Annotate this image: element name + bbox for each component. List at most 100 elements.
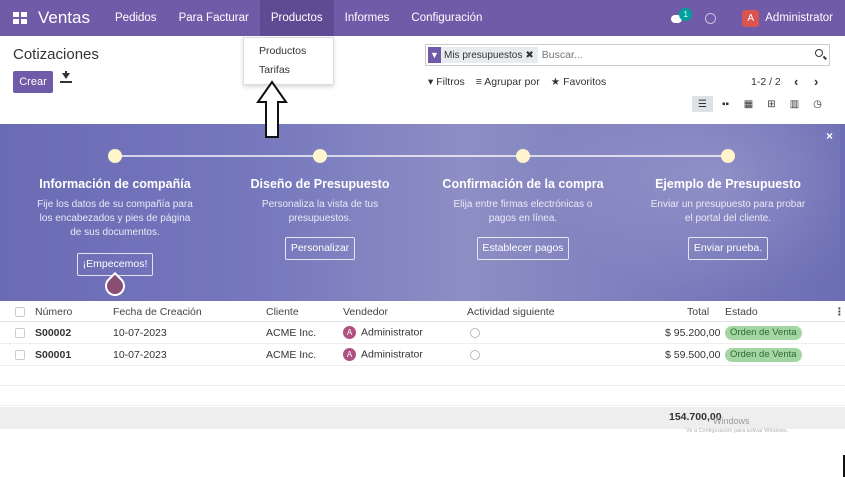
step-desc: Enviar un presupuesto para probar el por… <box>650 199 806 224</box>
kanban-view-icon[interactable]: ▪▪ <box>715 96 736 112</box>
menu-productos[interactable]: Productos <box>259 0 334 36</box>
pivot-view-icon[interactable]: ⊞ <box>761 96 782 112</box>
menu-pedidos[interactable]: Pedidos <box>104 0 168 36</box>
search-bar: ▼ Mis presupuestos ✖ <box>425 44 830 66</box>
activity-clock-icon[interactable] <box>705 12 717 24</box>
row-number: S00002 <box>35 327 72 339</box>
seller-avatar: A <box>343 326 356 339</box>
step-desc: Fije los datos de su compañía para los e… <box>37 199 193 238</box>
facet-label: Mis presupuestos <box>444 49 523 61</box>
group-by-button[interactable]: ≡ Agrupar por <box>476 76 540 88</box>
top-navbar: Ventas Pedidos Para Facturar Productos I… <box>0 0 845 36</box>
activity-clock-icon[interactable] <box>470 328 480 338</box>
step-desc: Personaliza la vista de tus presupuestos… <box>261 199 379 224</box>
step-quote-design: Diseño de Presupuesto Personaliza la vis… <box>220 177 420 226</box>
row-number: S00001 <box>35 349 72 361</box>
annotation-up-arrow-icon <box>256 80 288 138</box>
chat-icon[interactable]: 1 <box>671 8 693 25</box>
step-desc: Elija entre firmas electrónicas o pagos … <box>453 199 593 224</box>
row-date: 10-07-2023 <box>113 349 167 361</box>
table-row[interactable]: S00002 10-07-2023 ACME Inc. A Administrat… <box>0 322 845 344</box>
filters-button[interactable]: ▾ Filtros <box>428 76 465 88</box>
progress-line <box>115 155 730 157</box>
column-options-icon[interactable]: ⋮ <box>834 306 845 318</box>
facet-remove-icon[interactable]: ✖ <box>525 50 537 61</box>
list-view-icon[interactable]: ☰ <box>692 96 713 112</box>
row-seller: A Administrator <box>343 348 423 361</box>
create-button[interactable]: Crear <box>13 71 53 93</box>
favorites-label: Favoritos <box>563 76 607 88</box>
row-checkbox[interactable] <box>15 328 25 338</box>
row-client: ACME Inc. <box>266 349 317 361</box>
status-badge: Orden de Venta <box>725 326 802 340</box>
send-test-button[interactable]: Enviar prueba. <box>688 237 768 260</box>
col-vendedor[interactable]: Vendedor <box>343 306 388 318</box>
view-switcher: ☰ ▪▪ ▦ ⊞ ▥ ◷ <box>692 96 830 112</box>
favorites-button[interactable]: ★ Favoritos <box>551 76 607 88</box>
col-fecha[interactable]: Fecha de Creación <box>113 306 202 318</box>
step-dot-4 <box>721 149 735 163</box>
activity-view-icon[interactable]: ◷ <box>807 96 828 112</box>
seller-name: Administrator <box>361 348 423 361</box>
pager-prev-icon[interactable]: ‹ <box>794 74 798 89</box>
group-by-label: Agrupar por <box>484 76 540 88</box>
filters-label: Filtros <box>436 76 465 88</box>
step-title: Ejemplo de Presupuesto <box>655 177 801 191</box>
download-icon[interactable] <box>59 71 73 88</box>
user-name[interactable]: Administrator <box>765 12 833 24</box>
chat-badge: 1 <box>679 8 693 21</box>
step-purchase-confirm: Confirmación de la compra Elija entre fi… <box>423 177 623 226</box>
row-checkbox[interactable] <box>15 350 25 360</box>
step-title: Confirmación de la compra <box>442 177 604 191</box>
table-row[interactable]: S00001 10-07-2023 ACME Inc. A Administrat… <box>0 344 845 366</box>
row-total: $ 59.500,00 <box>665 349 721 361</box>
dropdown-item-productos[interactable]: Productos <box>244 42 333 61</box>
apps-menu-icon[interactable] <box>13 12 27 24</box>
windows-watermark: Windows <box>713 416 750 426</box>
windows-watermark-sub: Ve a Configuración para activar Windows. <box>686 428 789 434</box>
row-client: ACME Inc. <box>266 327 317 339</box>
menu-para-facturar[interactable]: Para Facturar <box>168 0 260 36</box>
col-estado[interactable]: Estado <box>725 306 758 318</box>
banner-close-icon[interactable]: × <box>826 129 833 143</box>
step-dot-2 <box>313 149 327 163</box>
empty-row <box>0 386 845 406</box>
app-name[interactable]: Ventas <box>38 8 90 28</box>
menu-informes[interactable]: Informes <box>334 0 401 36</box>
activity-clock-icon[interactable] <box>470 350 480 360</box>
calendar-view-icon[interactable]: ▦ <box>738 96 759 112</box>
productos-dropdown: Productos Tarifas <box>243 37 334 85</box>
graph-view-icon[interactable]: ▥ <box>784 96 805 112</box>
empty-row <box>0 366 845 386</box>
step-title: Diseño de Presupuesto <box>250 177 390 191</box>
step-company-info: Información de compañía Fije los datos d… <box>15 177 215 240</box>
menu-configuracion[interactable]: Configuración <box>400 0 493 36</box>
seller-avatar: A <box>343 348 356 361</box>
dropdown-item-tarifas[interactable]: Tarifas <box>244 61 333 80</box>
set-payments-button[interactable]: Establecer pagos <box>477 237 569 260</box>
pager-value[interactable]: 1-2 / 2 <box>751 76 781 88</box>
search-icon[interactable] <box>815 49 823 57</box>
search-input[interactable] <box>541 49 772 61</box>
status-badge: Orden de Venta <box>725 348 802 362</box>
step-marker-icon <box>100 271 130 301</box>
seller-name: Administrator <box>361 326 423 339</box>
col-total[interactable]: Total <box>687 306 709 318</box>
table-header: Número Fecha de Creación Cliente Vendedo… <box>0 301 845 322</box>
page-title: Cotizaciones <box>13 46 99 63</box>
filter-bar: ▾ Filtros ≡ Agrupar por ★ Favoritos <box>428 76 617 88</box>
customize-button[interactable]: Personalizar <box>285 237 355 260</box>
step-dot-3 <box>516 149 530 163</box>
select-all-checkbox[interactable] <box>15 307 25 317</box>
row-seller: A Administrator <box>343 326 423 339</box>
row-date: 10-07-2023 <box>113 327 167 339</box>
navbar-right: 1 A Administrator <box>671 0 833 36</box>
search-facet: ▼ Mis presupuestos ✖ <box>428 47 538 63</box>
user-avatar[interactable]: A <box>742 9 760 27</box>
col-cliente[interactable]: Cliente <box>266 306 299 318</box>
col-actividad[interactable]: Actividad siguiente <box>467 306 555 318</box>
filter-facet-icon: ▼ <box>428 47 441 63</box>
col-numero[interactable]: Número <box>35 306 72 318</box>
row-total: $ 95.200,00 <box>665 327 721 339</box>
pager-next-icon[interactable]: › <box>814 74 818 89</box>
